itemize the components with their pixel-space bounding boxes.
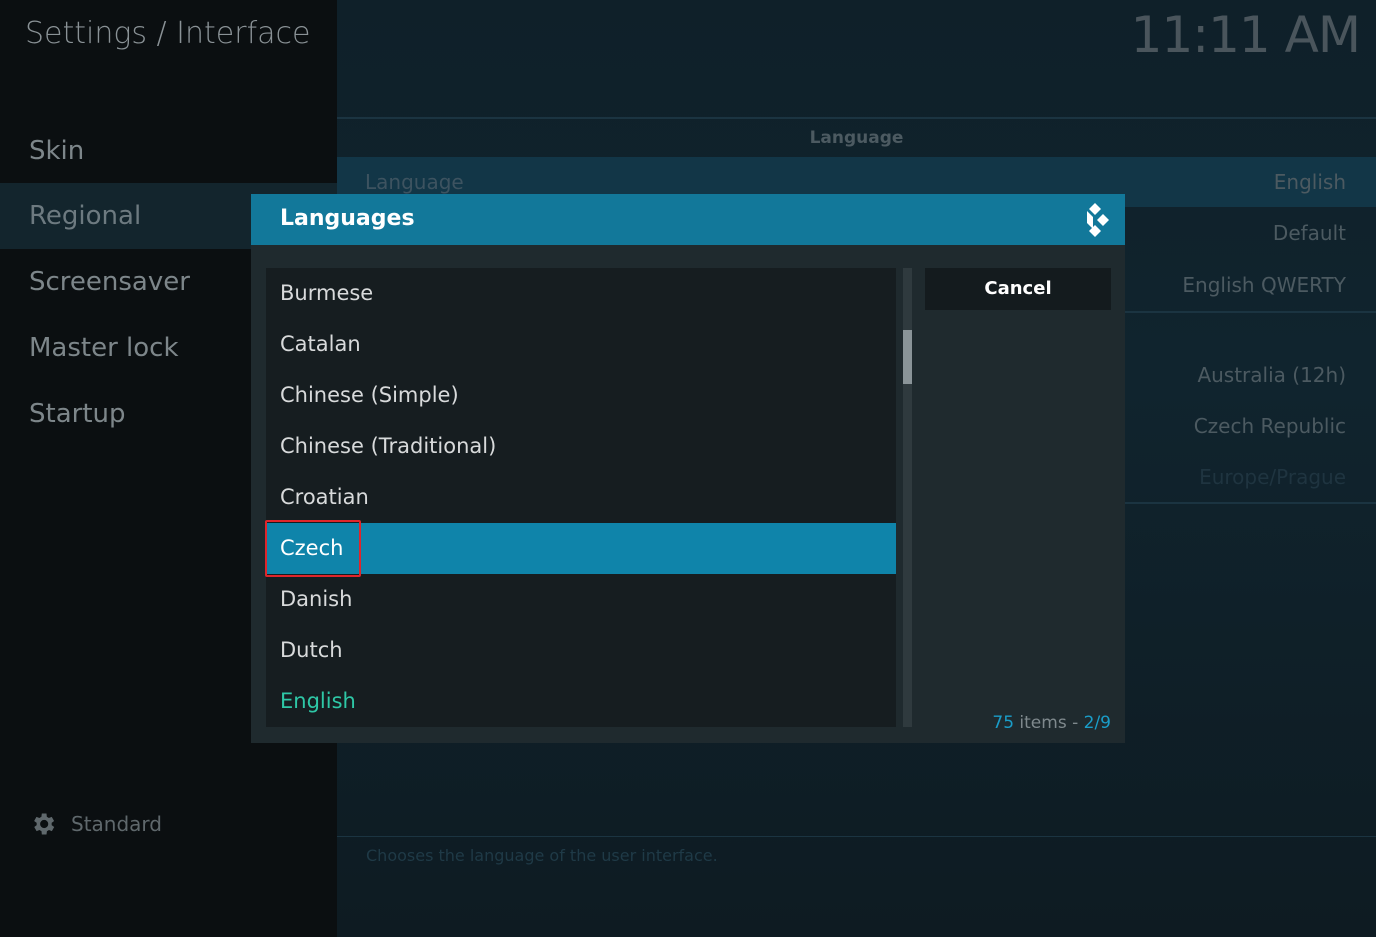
scrollbar-thumb[interactable] [903, 330, 912, 384]
setting-value: Czech Republic [1193, 414, 1346, 438]
list-item-burmese[interactable]: Burmese [266, 268, 896, 319]
dialog-title: Languages [280, 206, 415, 231]
list-item-catalan[interactable]: Catalan [266, 319, 896, 370]
setting-value: English QWERTY [1182, 273, 1346, 297]
annotation-highlight [265, 520, 361, 577]
section-divider [337, 117, 1376, 119]
section-title: Language [809, 128, 904, 148]
clock: 11:11 AM [1130, 6, 1361, 64]
kodi-logo-icon [1087, 203, 1109, 237]
breadcrumb: Settings / Interface [25, 16, 311, 51]
list-item-english[interactable]: English [266, 676, 896, 727]
setting-value: English [1273, 170, 1346, 194]
dialog-header: Languages [251, 194, 1125, 245]
language-list[interactable]: Burmese Catalan Chinese (Simple) Chinese… [266, 268, 896, 727]
setting-value: Australia (12h) [1197, 363, 1346, 387]
setting-value: Default [1272, 221, 1346, 245]
item-count: 75 items - 2/9 [992, 713, 1111, 733]
cancel-button[interactable]: Cancel [925, 268, 1111, 310]
page-indicator: 2/9 [1083, 713, 1111, 733]
setting-description: Chooses the language of the user interfa… [366, 846, 718, 865]
list-item-chinese-traditional[interactable]: Chinese (Traditional) [266, 421, 896, 472]
list-item-chinese-simple[interactable]: Chinese (Simple) [266, 370, 896, 421]
item-count-label: items - [1019, 713, 1079, 733]
list-item-dutch[interactable]: Dutch [266, 625, 896, 676]
list-item-danish[interactable]: Danish [266, 574, 896, 625]
languages-dialog: Languages Burmese Catalan Chinese (Simpl… [251, 194, 1125, 743]
setting-value: Europe/Prague [1199, 465, 1346, 489]
sidebar-item-skin[interactable]: Skin [0, 118, 337, 184]
footer-divider [337, 836, 1376, 837]
settings-level-label: Standard [71, 812, 162, 836]
gear-icon [34, 813, 55, 835]
item-count-number: 75 [992, 713, 1015, 733]
list-item-croatian[interactable]: Croatian [266, 472, 896, 523]
settings-level-button[interactable]: Standard [29, 806, 162, 842]
